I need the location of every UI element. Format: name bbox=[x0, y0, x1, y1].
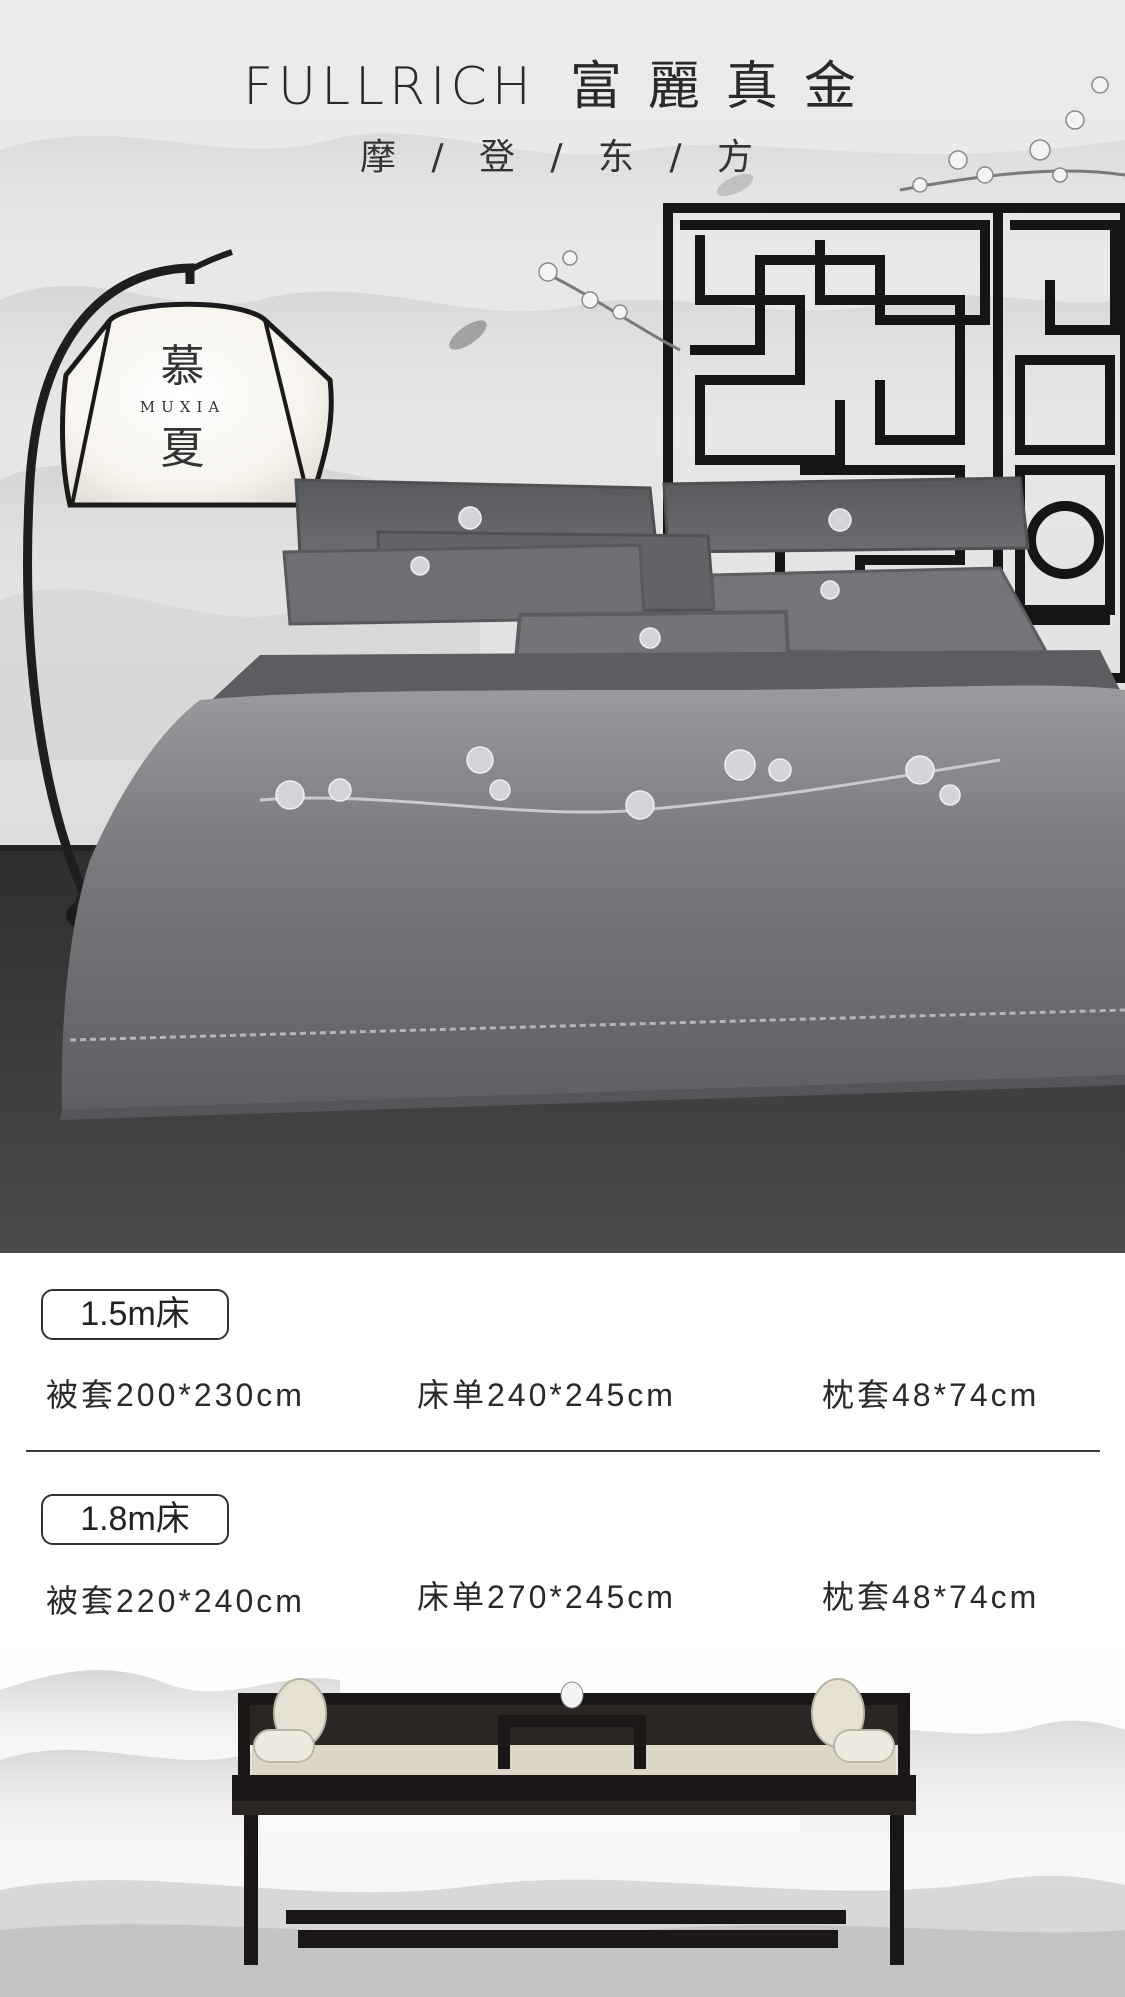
brand-name-cn: 富麗真金 bbox=[569, 57, 882, 117]
lamp-char-top: 慕 bbox=[160, 341, 205, 392]
brand-title: FULLRICH 富麗真金 bbox=[0, 44, 1125, 119]
bedroom-scene bbox=[0, 76, 1125, 1253]
footer-banner bbox=[0, 1630, 1125, 1997]
size-badge-1-8m: 1.8m床 bbox=[41, 1494, 229, 1545]
brand-name-en: FULLRICH bbox=[243, 57, 536, 117]
size-badge-1-5m: 1.5m床 bbox=[41, 1289, 229, 1340]
spec-duvet-1-5m: 被套200*230cm bbox=[46, 1377, 305, 1413]
spec-duvet-1-8m: 被套220*240cm bbox=[46, 1583, 305, 1619]
hero-banner: FULLRICH 富麗真金 摩 / 登 / 东 / 方 慕 MUXIA 夏 bbox=[0, 0, 1125, 1253]
lamp-latin-name: MUXIA bbox=[139, 398, 226, 416]
lamp-label: 慕 MUXIA 夏 bbox=[120, 340, 245, 476]
spec-sheet-1-8m: 床单270*245cm bbox=[417, 1579, 676, 1615]
spec-divider bbox=[26, 1450, 1100, 1452]
spec-pillowcase-1-5m: 枕套48*74cm bbox=[822, 1377, 1040, 1413]
spec-pillowcase-1-8m: 枕套48*74cm bbox=[822, 1579, 1040, 1615]
daybed-scene bbox=[0, 1670, 1125, 1997]
brand-tagline: 摩 / 登 / 东 / 方 bbox=[359, 137, 766, 178]
lamp-char-bottom: 夏 bbox=[160, 423, 205, 474]
spec-sheet-1-5m: 床单240*245cm bbox=[417, 1377, 676, 1413]
